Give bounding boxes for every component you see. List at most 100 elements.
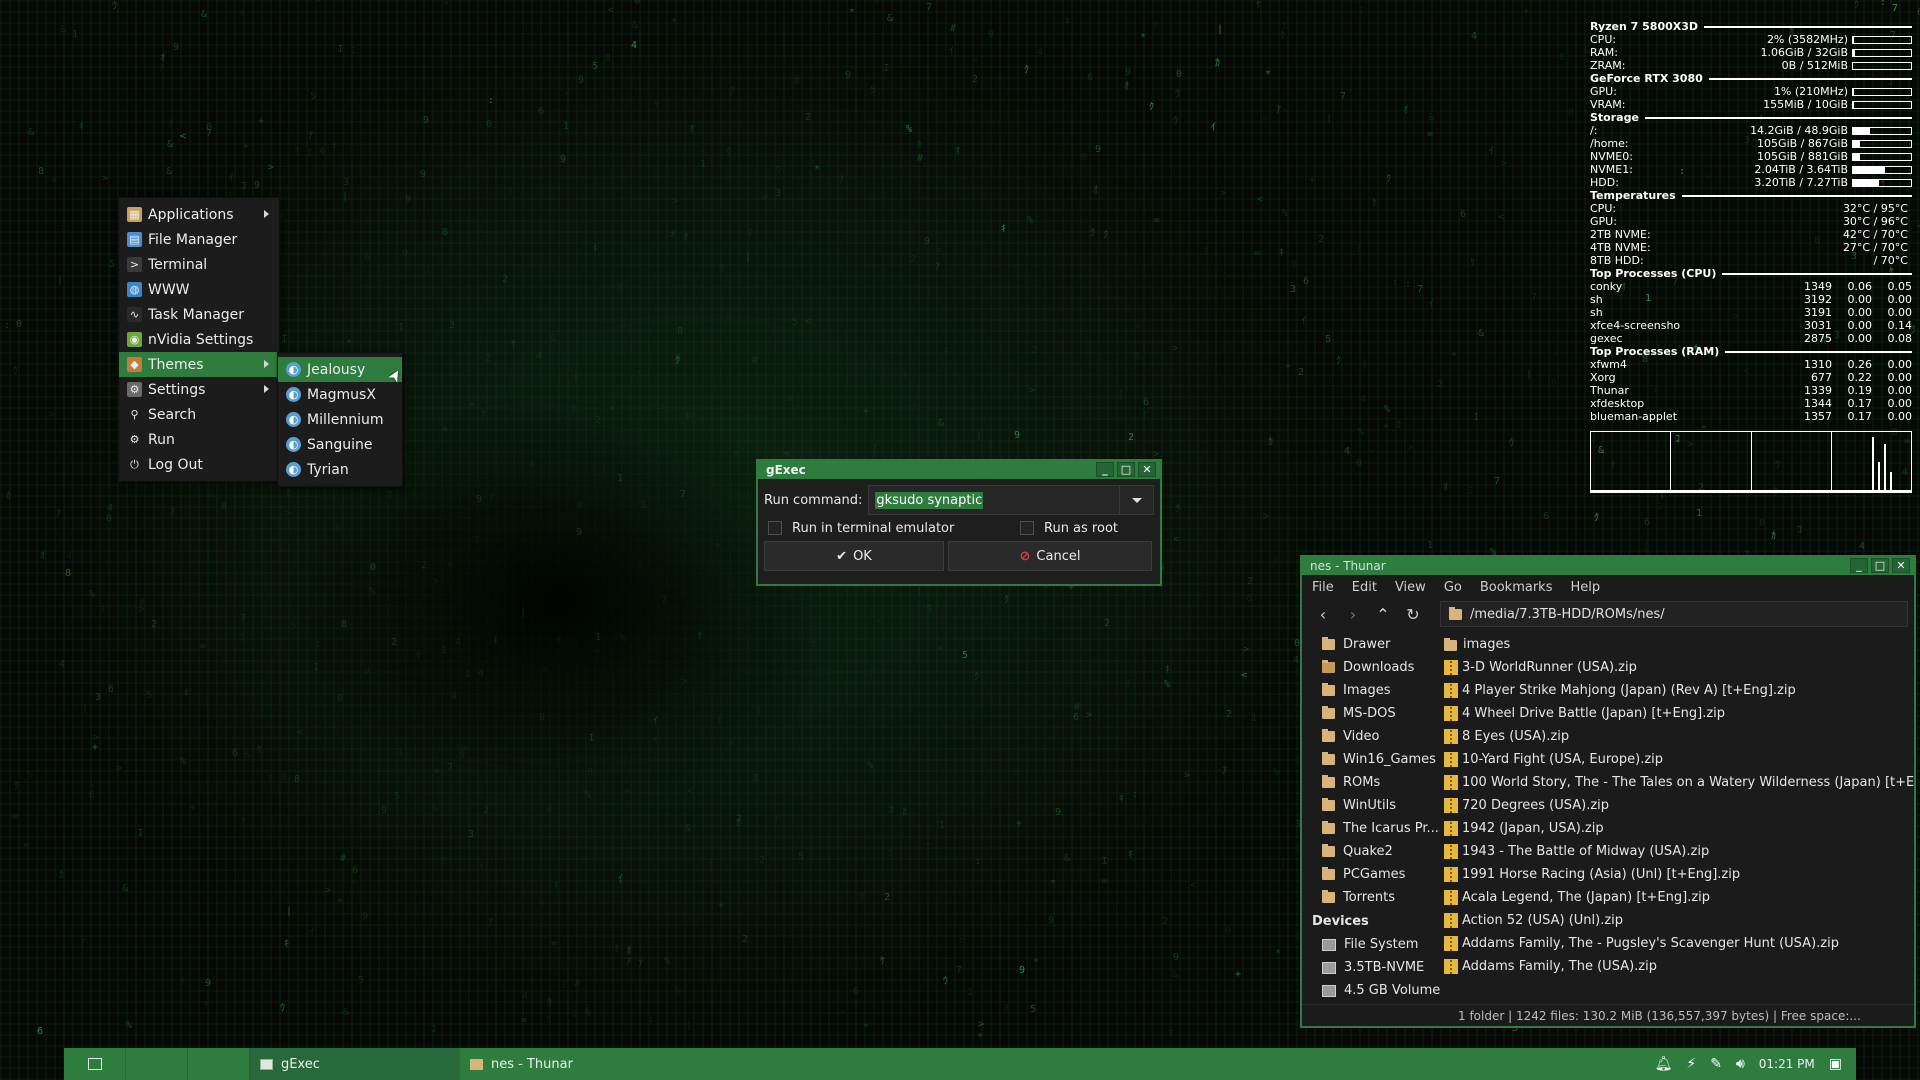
sidebar-device[interactable]: 7.3TB-HDD	[1302, 1002, 1440, 1004]
minimize-button[interactable]: _	[1096, 462, 1114, 477]
theme-item-magmusx[interactable]: ◐ MagmusX	[278, 382, 402, 407]
menu-item-settings[interactable]: ⚙ Settings	[119, 377, 279, 402]
cancel-label: Cancel	[1036, 548, 1081, 564]
root-checkbox[interactable]	[1020, 521, 1034, 535]
maximize-button[interactable]: □	[1871, 558, 1889, 573]
taskbar-task[interactable]: nes - Thunar	[460, 1048, 670, 1080]
menu-item-themes[interactable]: ◆ Themes	[119, 352, 279, 377]
workspace-2[interactable]	[126, 1048, 188, 1080]
theme-item-millennium[interactable]: ◐ Millennium	[278, 407, 402, 432]
command-history-dropdown[interactable]	[1119, 486, 1153, 514]
sidebar-place[interactable]: Downloads	[1302, 656, 1440, 679]
thunar-title: nes - Thunar	[1310, 559, 1386, 573]
workspace-3[interactable]	[188, 1048, 250, 1080]
minimize-button[interactable]: _	[1850, 558, 1868, 573]
location-bar[interactable]: /media/7.3TB-HDD/ROMs/nes/	[1440, 601, 1908, 627]
sidebar-place[interactable]: Win16_Games	[1302, 748, 1440, 771]
menu-help[interactable]: Help	[1570, 580, 1600, 595]
forward-icon[interactable]: ›	[1344, 605, 1362, 624]
volume-icon[interactable]: 🔊︎	[1736, 1056, 1745, 1072]
reload-icon[interactable]: ↻	[1404, 605, 1422, 624]
file-item[interactable]: Acala Legend, The (Japan) [t+Eng].zip	[1444, 886, 1914, 909]
sidebar-place[interactable]: Images	[1302, 679, 1440, 702]
thunar-titlebar[interactable]: nes - Thunar _ □ ✕	[1302, 557, 1914, 575]
matrix-glyph: ｴ	[307, 148, 312, 159]
sidebar-device[interactable]: 4.5 GB Volume	[1302, 979, 1440, 1002]
theme-item-sanguine[interactable]: ◐ Sanguine	[278, 432, 402, 457]
matrix-glyph: %	[906, 124, 912, 135]
sidebar-device[interactable]: File System	[1302, 933, 1440, 956]
status-text: 1 folder | 1242 files: 130.2 MiB (136,55…	[1458, 1008, 1861, 1023]
file-item[interactable]: Addams Family, The - Pugsley's Scavenger…	[1444, 932, 1914, 955]
maximize-button[interactable]: □	[1117, 462, 1135, 477]
close-button[interactable]: ✕	[1892, 558, 1910, 573]
menu-item-www[interactable]: ◍ WWW	[119, 277, 279, 302]
sidebar-place[interactable]: MS-DOS	[1302, 702, 1440, 725]
file-item[interactable]: 720 Degrees (USA).zip	[1444, 794, 1914, 817]
up-icon[interactable]: ⌃	[1374, 605, 1392, 624]
sidebar-place[interactable]: Drawer	[1302, 633, 1440, 656]
file-item[interactable]: 4 Player Strike Mahjong (Japan) (Rev A) …	[1444, 679, 1914, 702]
sidebar-place[interactable]: ROMs	[1302, 771, 1440, 794]
menu-item-task-manager[interactable]: ∿ Task Manager	[119, 302, 279, 327]
menu-item-nvidia-settings[interactable]: ◉ nVidia Settings	[119, 327, 279, 352]
file-item[interactable]: images	[1444, 633, 1914, 656]
clock[interactable]: 01:21 PM	[1759, 1057, 1815, 1071]
gexec-titlebar[interactable]: gExec _ □ ✕	[758, 461, 1160, 479]
file-item[interactable]: Action 52 (USA) (Unl).zip	[1444, 909, 1914, 932]
menu-item-file-manager[interactable]: ▤ File Manager	[119, 227, 279, 252]
conky-storage-title: Storage	[1590, 111, 1639, 124]
matrix-glyph: |	[708, 861, 714, 872]
matrix-glyph: 4	[546, 805, 552, 816]
matrix-glyph: ｴ	[717, 716, 722, 727]
terminal-checkbox-label[interactable]: Run in terminal emulator	[792, 521, 1020, 536]
menu-item-search[interactable]: ⚲ Search	[119, 402, 279, 427]
menu-bookmarks[interactable]: Bookmarks	[1480, 580, 1553, 595]
menu-item-run[interactable]: ⚙ Run	[119, 427, 279, 452]
terminal-checkbox[interactable]	[768, 521, 782, 535]
theme-item-jealousy[interactable]: ◐ Jealousy	[278, 357, 402, 382]
show-desktop-button[interactable]	[64, 1048, 126, 1080]
matrix-glyph: ｶ	[59, 869, 64, 881]
file-item[interactable]: 1942 (Japan, USA).zip	[1444, 817, 1914, 840]
file-item[interactable]: 100 World Story, The - The Tales on a Wa…	[1444, 771, 1914, 794]
close-button[interactable]: ✕	[1138, 462, 1156, 477]
ok-button[interactable]: ✔ OK	[764, 541, 944, 571]
display-icon[interactable]: ▣	[1829, 1056, 1842, 1072]
menu-view[interactable]: View	[1395, 580, 1426, 595]
sidebar-place[interactable]: PCGames	[1302, 863, 1440, 886]
file-item[interactable]: 4 Wheel Drive Battle (Japan) [t+Eng].zip	[1444, 702, 1914, 725]
sidebar-place[interactable]: WinUtils	[1302, 794, 1440, 817]
file-item[interactable]: 8 Eyes (USA).zip	[1444, 725, 1914, 748]
file-item[interactable]: 1943 - The Battle of Midway (USA).zip	[1444, 840, 1914, 863]
menu-item-applications[interactable]: ▦ Applications	[119, 202, 279, 227]
menu-item-terminal[interactable]: > Terminal	[119, 252, 279, 277]
file-item[interactable]: 3-D WorldRunner (USA).zip	[1444, 656, 1914, 679]
theme-item-tyrian[interactable]: ◐ Tyrian	[278, 457, 402, 482]
file-item[interactable]: 1991 Horse Racing (Asia) (Unl) [t+Eng].z…	[1444, 863, 1914, 886]
process-name: Xorg	[1590, 371, 1616, 384]
sidebar-place[interactable]: The Icarus Pr...	[1302, 817, 1440, 840]
conky-row: ZRAM: 0B / 512MiB	[1590, 59, 1912, 72]
root-checkbox-label[interactable]: Run as root	[1044, 521, 1118, 536]
menu-item-log-out[interactable]: ⏻ Log Out	[119, 452, 279, 477]
notification-bell-icon[interactable]: 🔔︎	[1655, 1056, 1673, 1072]
matrix-glyph: ｶ	[286, 487, 291, 499]
cancel-button[interactable]: ⊘ Cancel	[948, 541, 1152, 571]
sidebar-place[interactable]: Torrents	[1302, 886, 1440, 909]
matrix-glyph: ｴ	[589, 733, 594, 744]
sidebar-device[interactable]: 3.5TB-NVME	[1302, 956, 1440, 979]
network-icon[interactable]: ✎	[1710, 1056, 1722, 1072]
file-item[interactable]: 10-Yard Fight (USA, Europe).zip	[1444, 748, 1914, 771]
menu-file[interactable]: File	[1312, 580, 1334, 595]
power-icon[interactable]: ⚡︎	[1686, 1056, 1696, 1072]
menu-edit[interactable]: Edit	[1352, 580, 1377, 595]
sidebar-place[interactable]: Quake2	[1302, 840, 1440, 863]
taskbar-task[interactable]: gExec	[250, 1048, 460, 1080]
command-input[interactable]: gksudo synaptic	[869, 486, 1119, 514]
back-icon[interactable]: ‹	[1314, 605, 1332, 624]
sidebar-place[interactable]: Video	[1302, 725, 1440, 748]
file-item[interactable]: Addams Family, The (USA).zip	[1444, 955, 1914, 978]
menu-go[interactable]: Go	[1444, 580, 1462, 595]
command-combobox[interactable]: gksudo synaptic	[868, 485, 1154, 515]
